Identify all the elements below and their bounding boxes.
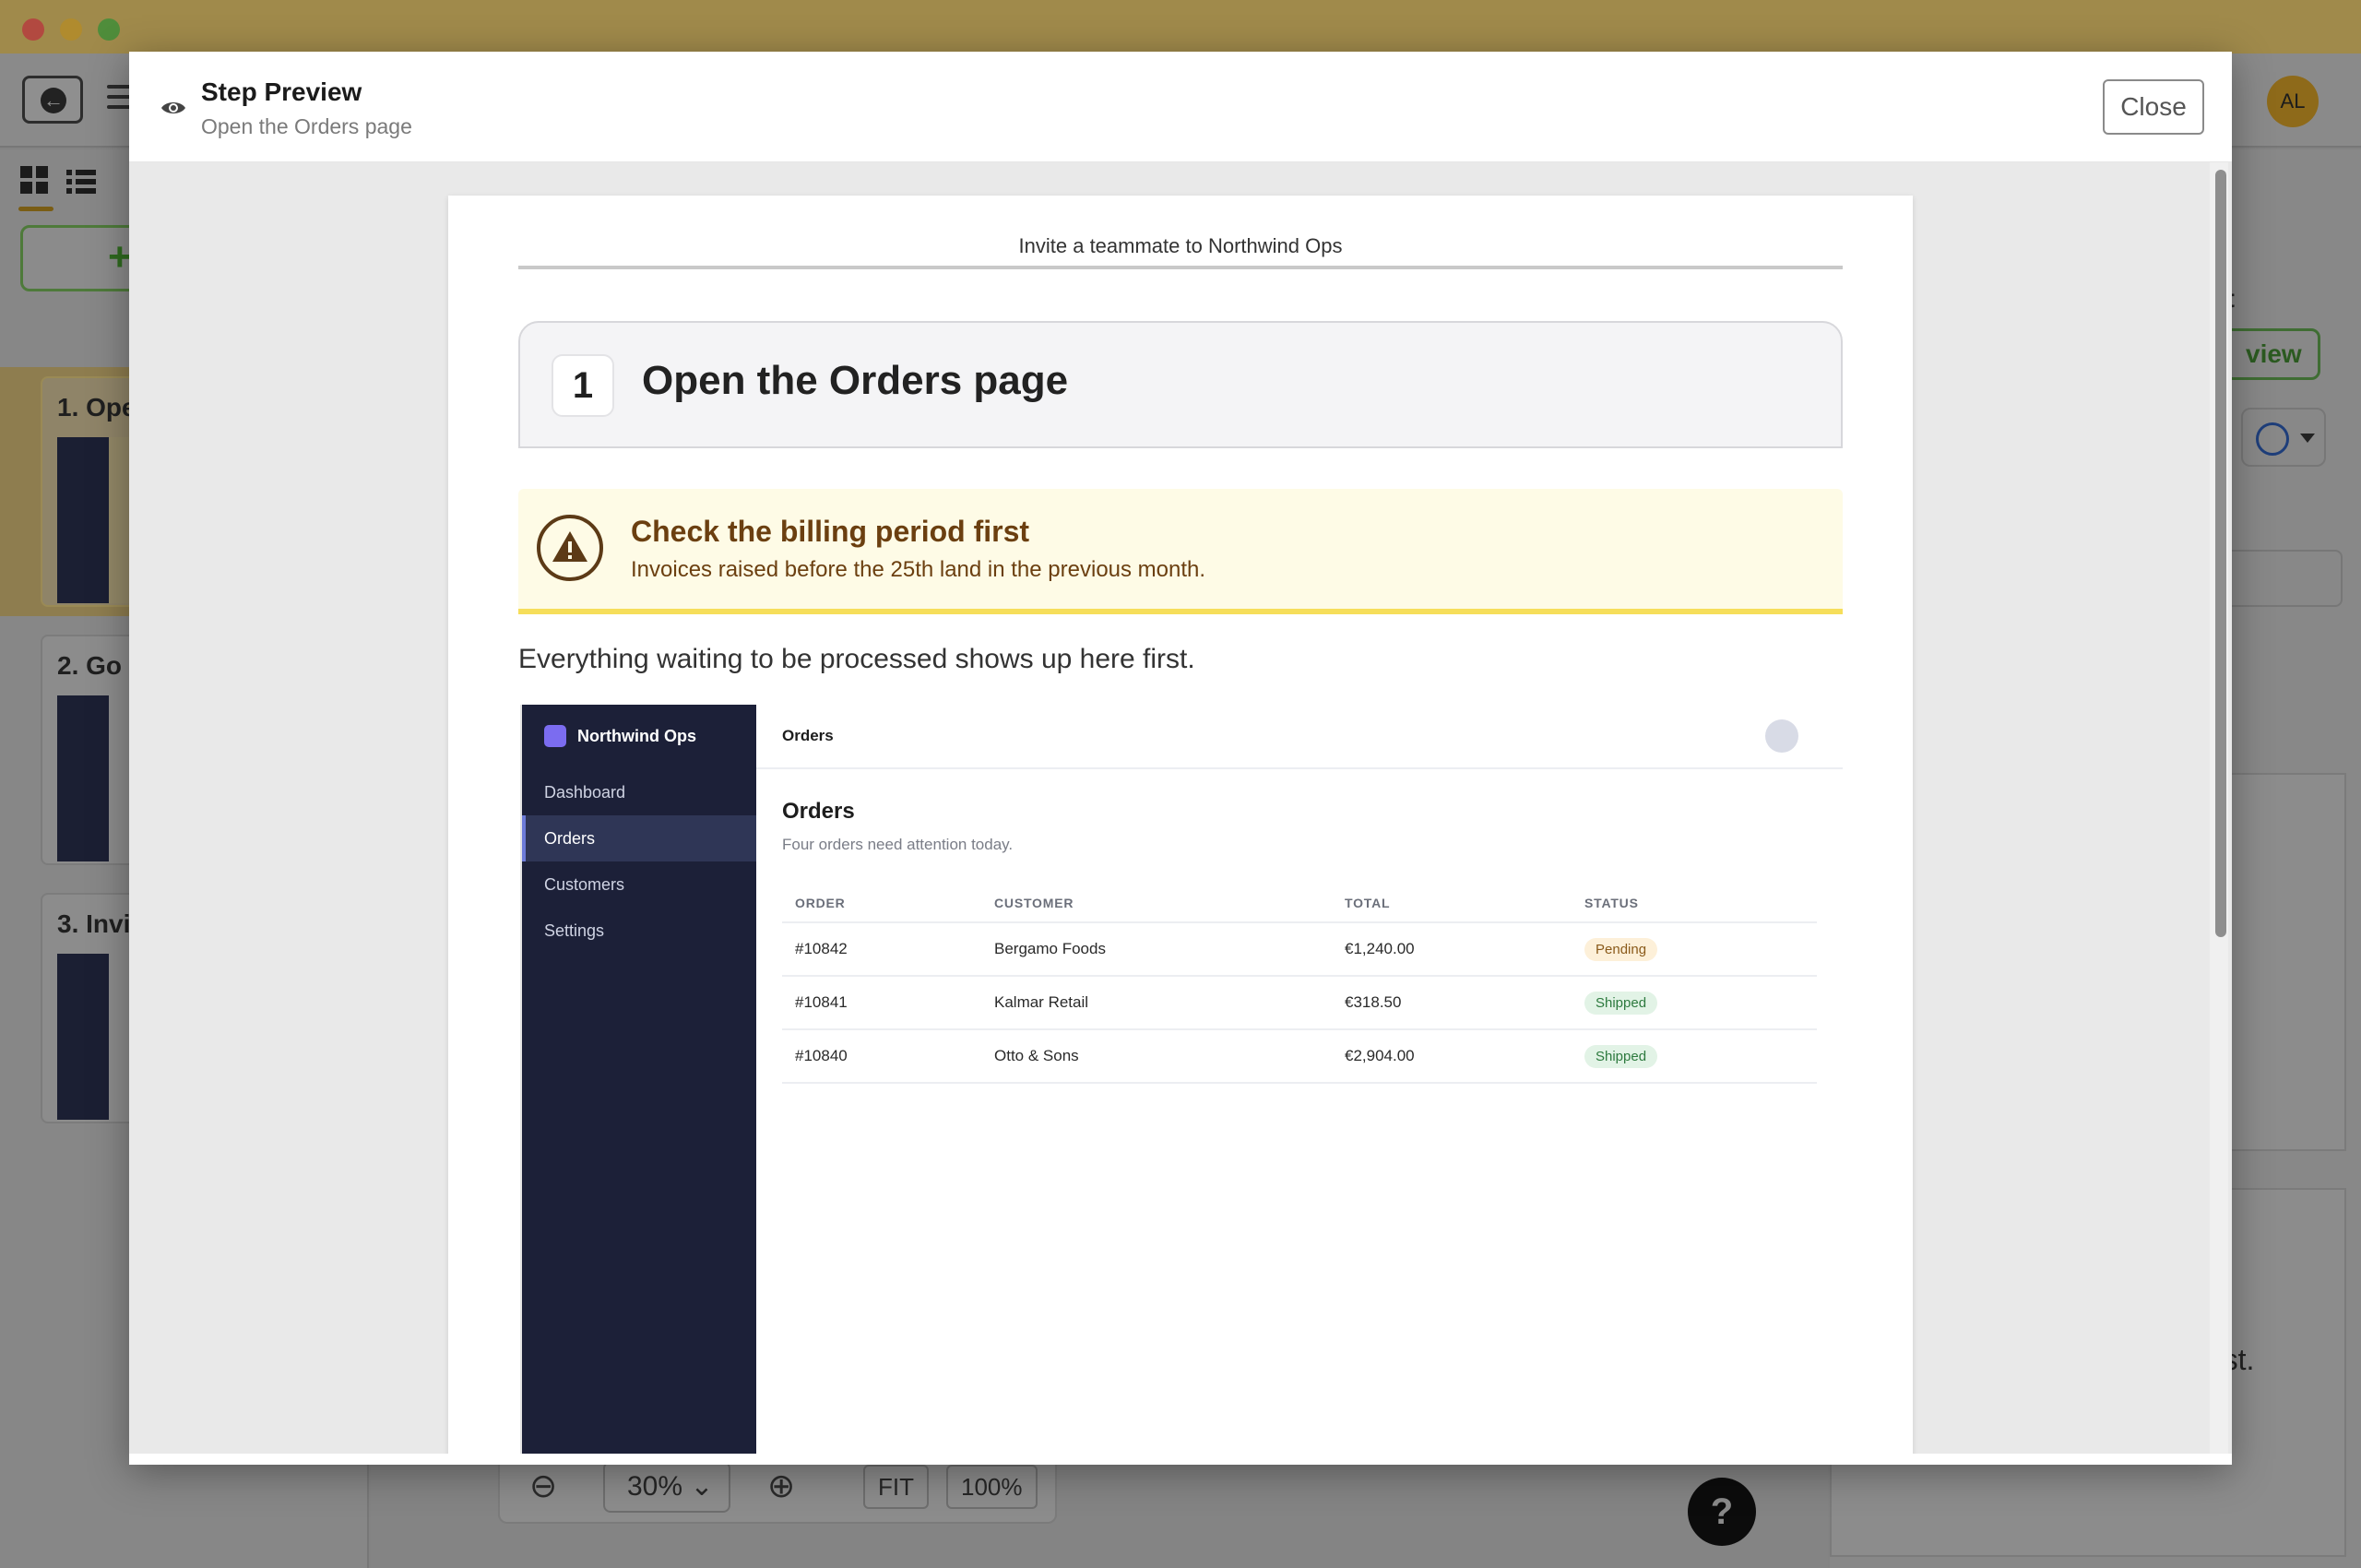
avatar [1765,719,1798,753]
page-title: Orders [782,799,855,824]
list-view-icon[interactable] [65,164,101,201]
topbar-title: Orders [782,727,834,744]
step-thumbnail [57,695,109,861]
order-id: #10840 [782,1029,981,1084]
brand-name: Northwind Ops [577,727,696,745]
modal-title: Step Preview [201,77,362,106]
user-avatar[interactable]: AL [2267,76,2319,127]
column-header: ORDER [782,884,981,923]
table-header-row: ORDER CUSTOMER TOTAL STATUS [782,884,1817,923]
document-page: Invite a teammate to Northwind Ops 1 Ope… [448,196,1913,1454]
table-row: #10840 Otto & Sons €2,904.00 Shipped [782,1029,1817,1084]
back-button[interactable]: ← [22,76,83,124]
active-tab-indicator [18,207,53,211]
circle-icon [2256,422,2289,456]
step-thumbnail [57,954,109,1120]
zoom-level-select[interactable]: 30% ⌄ [603,1461,730,1513]
step-card-label: 2. Go t [57,651,138,680]
preview-viewport[interactable]: Invite a teammate to Northwind Ops 1 Ope… [129,162,2232,1454]
step-thumbnail [57,437,109,603]
step-heading: 1 Open the Orders page [518,321,1843,448]
close-window-button[interactable] [22,18,44,41]
zoom-out-icon[interactable]: ⊖ [529,1467,557,1505]
callout-text: Invoices raised before the 25th land in … [631,557,1206,582]
step-number: 1 [552,354,614,417]
status-badge: Pending [1584,937,1658,961]
color-select[interactable] [2241,408,2326,467]
zoom-level-value: 30% [627,1471,683,1502]
warning-callout: Check the billing period first Invoices … [518,489,1843,614]
table-row: #10841 Kalmar Retail €318.50 Shipped [782,976,1817,1030]
caret-down-icon [2300,434,2315,443]
table-row: #10842 Bergamo Foods €1,240.00 Pending [782,922,1817,977]
step-preview-modal: Step Preview Open the Orders page Close … [129,52,2232,1465]
screenshot-main: Orders Orders Four orders need attention… [756,705,1843,1454]
scrollbar-thumb[interactable] [2215,170,2226,937]
step-title: Open the Orders page [642,358,1069,403]
close-button[interactable]: Close [2103,79,2204,135]
warning-icon [537,515,603,581]
status-badge: Shipped [1584,991,1658,1015]
screenshot-topbar: Orders [756,705,1843,769]
order-total: €318.50 [1332,976,1572,1030]
grid-view-icon[interactable] [18,164,55,201]
column-header: STATUS [1572,884,1817,923]
nav-item-customers: Customers [544,875,625,894]
fit-button[interactable]: FIT [863,1465,929,1509]
page-subtitle: Four orders need attention today. [782,836,1014,853]
order-total: €2,904.00 [1332,1029,1572,1084]
modal-header: Step Preview Open the Orders page Close [129,52,2232,162]
modal-footer [129,1454,2232,1465]
brand-logo-icon [544,725,566,747]
screenshot-sidebar: Northwind Ops Dashboard Orders Customers… [522,705,756,1454]
modal-subtitle: Open the Orders page [201,114,412,138]
zoom-window-button[interactable] [98,18,120,41]
column-header: CUSTOMER [981,884,1332,923]
step-screenshot: Northwind Ops Dashboard Orders Customers… [520,705,1843,1454]
orders-table: ORDER CUSTOMER TOTAL STATUS #10842 Berga… [782,884,1817,1084]
order-id: #10842 [782,922,981,977]
nav-item-orders: Orders [522,815,756,861]
nav-item-dashboard: Dashboard [544,783,626,802]
zoom-100-button[interactable]: 100% [946,1465,1038,1509]
arrow-left-icon: ← [41,88,66,113]
preview-button[interactable]: view [2217,328,2320,380]
status-badge: Shipped [1584,1044,1658,1068]
customer-name: Otto & Sons [981,1029,1332,1084]
help-button[interactable]: ? [1688,1478,1756,1546]
customer-name: Bergamo Foods [981,922,1332,977]
window-titlebar [0,0,2361,53]
order-total: €1,240.00 [1332,922,1572,977]
minimize-window-button[interactable] [60,18,82,41]
order-id: #10841 [782,976,981,1030]
callout-title: Check the billing period first [631,515,1030,548]
step-description: Everything waiting to be processed shows… [518,644,1195,674]
nav-item-settings: Settings [544,921,605,940]
eye-icon [161,102,185,113]
customer-name: Kalmar Retail [981,976,1332,1030]
column-header: TOTAL [1332,884,1572,923]
step-card-label: 3. Invit [57,909,139,938]
zoom-in-icon[interactable]: ⊕ [767,1467,795,1505]
document-header: Invite a teammate to Northwind Ops [518,232,1843,269]
